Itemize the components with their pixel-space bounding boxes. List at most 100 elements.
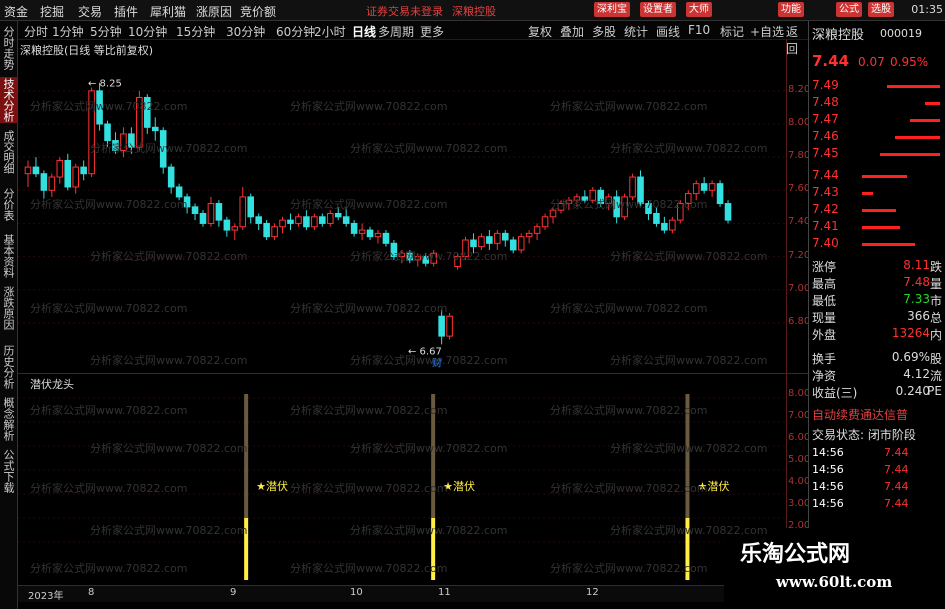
stat-unit: PE — [927, 384, 942, 398]
chart-tool-5[interactable]: F10 — [688, 23, 710, 37]
chart-tool-4[interactable]: 画线 — [656, 23, 680, 40]
period-toolbar: 分时 1分钟 5分钟 10分钟 15分钟 30分钟 60分钟 2小时 日线 多周期 更多 复权 叠加 多股… — [18, 21, 808, 56]
candle — [24, 160, 32, 187]
period-6[interactable]: 60分钟 — [276, 23, 315, 40]
indicator-tick: 4.00 — [788, 476, 811, 487]
watermark-overlay: 分析家公式网www.70822.com — [30, 482, 188, 495]
top-button-4[interactable]: 功能 — [778, 2, 804, 17]
chart-tool-1[interactable]: 叠加 — [560, 23, 584, 40]
tick-time: 14:56 — [812, 463, 844, 476]
period-4[interactable]: 15分钟 — [176, 23, 215, 40]
period-8[interactable]: 日线 — [352, 23, 376, 40]
watermark-overlay: 分析家公式网www.70822.com — [550, 482, 708, 495]
chart-tool-6[interactable]: 标记 — [720, 23, 744, 40]
ask-volume-bar — [862, 243, 915, 246]
watermark-overlay: 分析家公式网www.70822.com — [550, 404, 708, 417]
top-button-1[interactable]: 深利宝 — [594, 2, 630, 17]
period-2[interactable]: 5分钟 — [90, 23, 122, 40]
high-price-label: ← 8.25 — [88, 79, 122, 90]
top-button-6[interactable]: 选股 — [868, 2, 894, 17]
chart-tool-7[interactable]: +自选 — [750, 23, 784, 40]
period-10[interactable]: 更多 — [420, 23, 444, 40]
top-button-5[interactable]: 公式 — [836, 2, 862, 17]
period-0[interactable]: 分时 — [24, 23, 48, 40]
bid-price: 7.48 — [812, 95, 839, 109]
stat-unit: 量 — [929, 277, 942, 291]
period-9[interactable]: 多周期 — [378, 23, 414, 40]
left-tab-4[interactable]: 基本资料 — [0, 233, 17, 279]
period-1[interactable]: 1分钟 — [52, 23, 84, 40]
candle — [48, 173, 56, 197]
date-axis: 2023年 8 9 10 11 12 — [18, 585, 786, 602]
watermark-overlay: 分析家公式网www.70822.com — [350, 250, 508, 263]
watermark-overlay: 分析家公式网www.70822.com — [90, 354, 248, 367]
stat-value: 0.69% — [891, 350, 930, 364]
watermark-overlay: 分析家公式网www.70822.com — [610, 354, 768, 367]
menu-item-cat[interactable]: 犀利猫 — [150, 3, 186, 20]
stat-label: 换手 — [812, 352, 837, 366]
watermark-overlay: 分析家公式网www.70822.com — [550, 198, 708, 211]
stat-unit: 跌 — [929, 260, 942, 274]
stat-label: 现量 — [812, 311, 837, 325]
stat-label: 最低 — [812, 294, 837, 308]
candle — [525, 230, 533, 244]
indicator-tick: 6.00 — [788, 432, 811, 443]
period-7[interactable]: 2小时 — [314, 23, 346, 40]
tick-price: 7.44 — [884, 480, 909, 493]
candle — [207, 196, 215, 227]
chart-tool-2[interactable]: 多股 — [592, 23, 616, 40]
tick-time: 14:56 — [812, 480, 844, 493]
left-tab-6[interactable]: 历史分析 — [0, 344, 17, 390]
candle — [80, 160, 87, 181]
top-button-3[interactable]: 大师 — [686, 2, 712, 17]
chart-tool-3[interactable]: 统计 — [624, 23, 648, 40]
tick-row: 14:56 7.44 — [812, 480, 909, 493]
left-tab-8[interactable]: 公式下载 — [0, 448, 17, 494]
login-notice[interactable]: 证券交易未登录 — [366, 3, 443, 19]
menu-item-trade[interactable]: 交易 — [78, 3, 102, 20]
menu-item-plugin[interactable]: 插件 — [114, 3, 138, 20]
left-tab-1[interactable]: 技术分析 — [0, 77, 17, 123]
watermark-brand: 乐淘公式网 — [740, 542, 851, 567]
candle — [287, 213, 294, 231]
left-tab-5[interactable]: 涨跌原因 — [0, 285, 17, 331]
ask-volume-bar — [862, 209, 896, 212]
watermark-overlay: 分析家公式网www.70822.com — [290, 482, 448, 495]
notice-stock[interactable]: 深粮控股 — [452, 3, 496, 19]
watermark-overlay: 分析家公式网www.70822.com — [290, 198, 448, 211]
tick-price: 7.44 — [884, 463, 909, 476]
stat-unit: 股 — [929, 352, 942, 366]
watermark-url: www.60lt.com — [776, 573, 893, 591]
candle — [311, 213, 318, 231]
left-tab-2[interactable]: 成交明细 — [0, 129, 17, 175]
left-tab-0[interactable]: 分时走势 — [0, 25, 17, 71]
menu-item-auction[interactable]: 竞价额 — [240, 3, 276, 20]
bid-volume-bar — [887, 85, 940, 88]
date-label: 9 — [230, 587, 237, 598]
candle — [215, 200, 223, 227]
stat-unit: 总 — [929, 311, 942, 325]
watermark-overlay: 分析家公式网www.70822.com — [610, 524, 768, 537]
period-5[interactable]: 30分钟 — [226, 23, 265, 40]
clock: 01:35 — [911, 3, 943, 16]
watermark-overlay: 分析家公式网www.70822.com — [550, 302, 708, 315]
menu-item-mining[interactable]: 挖掘 — [40, 3, 64, 20]
date-label: 12 — [586, 587, 599, 598]
stat-label: 净资 — [812, 369, 837, 383]
stat-value: 7.33 — [903, 292, 930, 306]
stat-value: 13264 — [891, 326, 930, 340]
chart-tool-0[interactable]: 复权 — [528, 23, 552, 40]
menu-item-funds[interactable]: 资金 — [4, 3, 28, 20]
stat-row: 净资 4.12 流 — [812, 367, 942, 384]
watermark-overlay: 分析家公式网www.70822.com — [90, 442, 248, 455]
period-3[interactable]: 10分钟 — [128, 23, 167, 40]
menu-item-reason[interactable]: 涨原因 — [196, 3, 232, 20]
left-tab-7[interactable]: 概念解析 — [0, 396, 17, 442]
candle — [486, 230, 493, 250]
watermark-overlay: 分析家公式网www.70822.com — [290, 302, 448, 315]
ad-text[interactable]: 自动续费通达信普 — [812, 406, 908, 423]
top-button-2[interactable]: 设置者 — [640, 2, 676, 17]
left-tab-3[interactable]: 分价表 — [0, 181, 17, 227]
ask-price: 7.44 — [812, 168, 839, 182]
date-label: 11 — [438, 587, 451, 598]
